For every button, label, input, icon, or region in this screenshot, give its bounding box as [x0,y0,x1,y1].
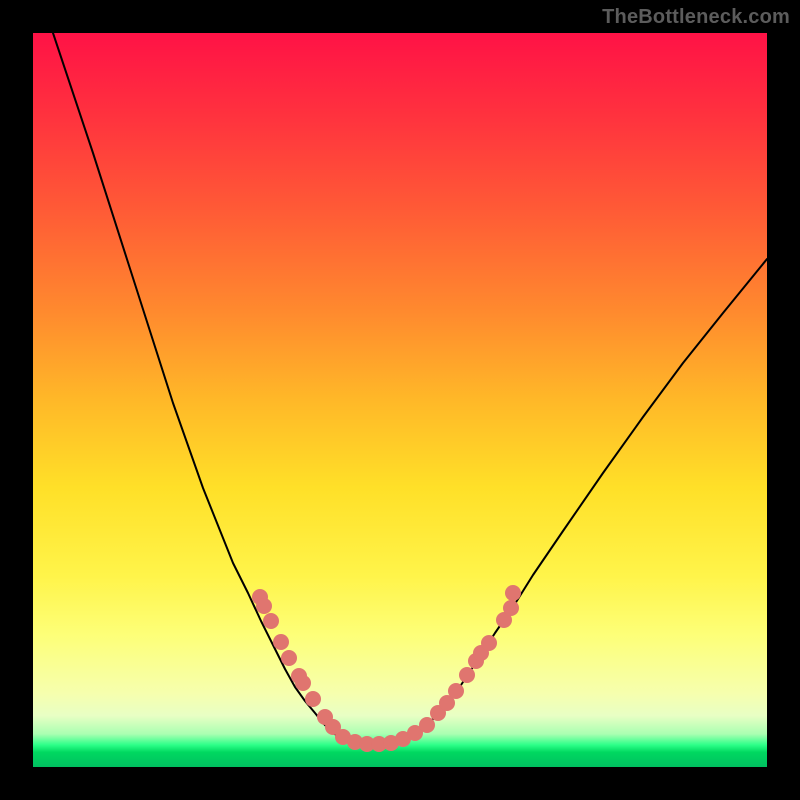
data-marker [505,585,521,601]
data-marker [256,598,272,614]
data-marker [419,717,435,733]
chart-stage: TheBottleneck.com [0,0,800,800]
data-marker [305,691,321,707]
curve-group [53,33,767,745]
data-marker [281,650,297,666]
data-marker [459,667,475,683]
markers-group [252,585,521,752]
watermark-text: TheBottleneck.com [602,6,790,29]
data-marker [273,634,289,650]
data-marker [295,675,311,691]
chart-svg [33,33,767,767]
plot-area [33,33,767,767]
data-marker [503,600,519,616]
data-marker [263,613,279,629]
bottleneck-curve [53,33,767,745]
data-marker [448,683,464,699]
data-marker [481,635,497,651]
